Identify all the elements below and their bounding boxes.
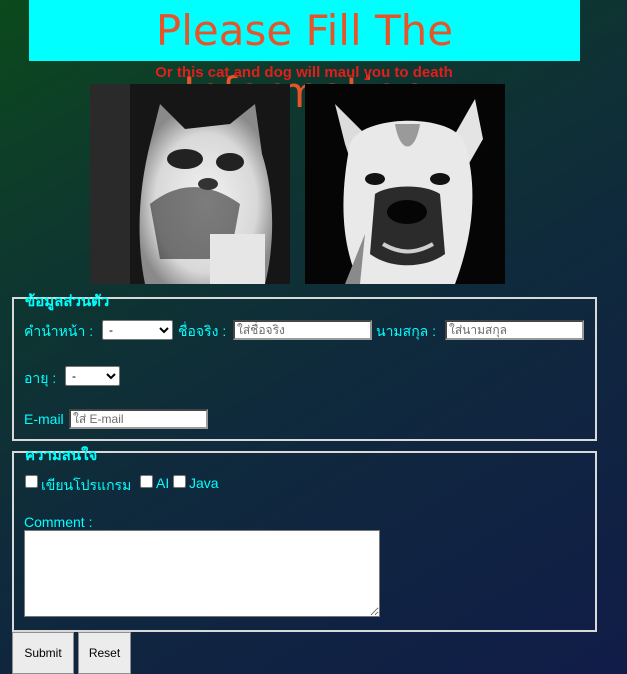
email-label: E-mail [24,411,64,427]
interest-checkbox-ai[interactable] [140,475,153,488]
firstname-label: ชื่อจริง : [178,323,227,339]
interest-label-java: Java [189,475,219,491]
interest-checkbox-java[interactable] [173,475,186,488]
prefix-select[interactable]: - [102,320,173,340]
page-subtitle: Or this cat and dog will maul you to dea… [155,64,453,81]
prefix-label: คำนำหน้า : [24,323,94,339]
cat-image [90,84,290,284]
lastname-input[interactable] [445,320,584,340]
submit-button[interactable]: Submit [12,632,74,674]
personal-info-fieldset: ข้อมูลส่วนตัว คำนำหน้า : - ชื่อจริง : นา… [12,293,597,441]
age-select[interactable]: - [65,366,120,386]
comment-textarea[interactable] [24,530,380,617]
lastname-label: นามสกุล : [376,323,437,339]
interests-legend: ความสนใจ [25,447,98,464]
title-banner: Please Fill The Information [29,0,580,117]
cat-photo-graphic [90,84,290,284]
email-input[interactable] [69,409,208,429]
age-label: อายุ : [24,370,57,386]
comment-label: Comment : [24,514,93,530]
dog-photo-graphic [305,84,505,284]
reset-button[interactable]: Reset [78,632,131,674]
interests-fieldset: ความสนใจ เขียนโปรแกรม AI Java Comment : [12,447,597,632]
interest-checkbox-programming[interactable] [25,475,38,488]
dog-image [305,84,505,284]
firstname-input[interactable] [233,320,372,340]
personal-info-legend: ข้อมูลส่วนตัว [25,293,110,310]
interest-label-ai: AI [156,475,170,491]
interest-label-programming: เขียนโปรแกรม [41,477,132,493]
